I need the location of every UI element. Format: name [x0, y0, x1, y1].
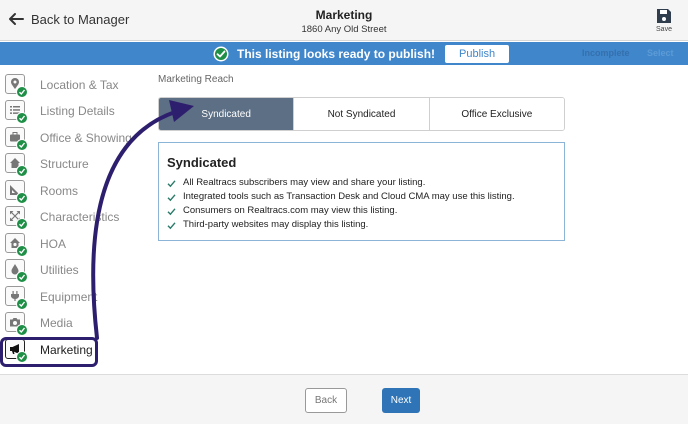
back-button[interactable]: Back	[305, 388, 347, 413]
select-tab[interactable]: Select	[647, 48, 674, 58]
sidebar-item-label: Characteristics	[40, 210, 120, 224]
sidebar-item-label: Utilities	[40, 263, 79, 277]
list-item: All Realtracs subscribers may view and s…	[167, 176, 556, 190]
checkmark-icon	[167, 221, 176, 229]
marketing-reach-label: Marketing Reach	[158, 74, 234, 85]
info-item-text: Third-party websites may display this li…	[183, 219, 369, 230]
option-syndicated[interactable]: Syndicated	[159, 98, 295, 130]
complete-check-icon	[16, 192, 28, 204]
next-button[interactable]: Next	[382, 388, 420, 413]
sidebar-item-structure[interactable]: Structure	[0, 151, 140, 177]
complete-check-icon	[16, 218, 28, 230]
complete-check-icon	[16, 165, 28, 177]
option-office-exclusive[interactable]: Office Exclusive	[429, 98, 564, 130]
sidebar-item-office-showing[interactable]: Office & Showing	[0, 125, 140, 151]
sidebar-item-rooms[interactable]: Rooms	[0, 178, 140, 204]
info-list: All Realtracs subscribers may view and s…	[167, 176, 556, 232]
sidebar-item-label: Rooms	[40, 184, 79, 198]
publish-button[interactable]: Publish	[445, 45, 510, 63]
banner-message-group: This listing looks ready to publish! Pub…	[213, 45, 510, 63]
top-header: Back to Manager Marketing 1860 Any Old S…	[0, 0, 688, 41]
info-item-text: Consumers on Realtracs.com may view this…	[183, 205, 398, 216]
sidebar-item-label: Office & Showing	[40, 131, 132, 145]
list-item: Consumers on Realtracs.com may view this…	[167, 204, 556, 218]
list-item: Integrated tools such as Transaction Des…	[167, 190, 556, 204]
info-title: Syndicated	[167, 155, 237, 170]
save-label: Save	[656, 26, 672, 33]
sidebar-item-label: HOA	[40, 237, 67, 251]
complete-check-icon	[16, 139, 28, 151]
sidebar-item-hoa[interactable]: HOA	[0, 231, 140, 257]
sidebar-item-label: Structure	[40, 157, 89, 171]
complete-check-icon	[16, 298, 28, 310]
listing-address: 1860 Any Old Street	[301, 24, 387, 35]
sidebar-item-media[interactable]: Media	[0, 310, 140, 336]
checkmark-icon	[167, 207, 176, 215]
complete-check-icon	[16, 245, 28, 257]
checkmark-icon	[167, 179, 176, 187]
complete-check-icon	[16, 86, 28, 98]
marketing-reach-selector: Syndicated Not Syndicated Office Exclusi…	[158, 97, 565, 131]
marketing-highlight-box	[0, 337, 98, 367]
info-item-text: Integrated tools such as Transaction Des…	[183, 191, 515, 202]
info-item-text: All Realtracs subscribers may view and s…	[183, 177, 426, 188]
title-block: Marketing 1860 Any Old Street	[0, 8, 688, 35]
complete-check-icon	[16, 324, 28, 336]
list-item: Third-party websites may display this li…	[167, 218, 556, 232]
sidebar-item-label: Location & Tax	[40, 78, 119, 92]
incomplete-tab[interactable]: Incomplete	[582, 48, 630, 58]
checkmark-icon	[167, 193, 176, 201]
sidebar-item-location-tax[interactable]: Location & Tax	[0, 72, 140, 98]
sidebar-item-label: Equipment	[40, 290, 98, 304]
option-not-syndicated[interactable]: Not Syndicated	[294, 98, 430, 130]
sidebar-item-label: Media	[40, 316, 73, 330]
save-button[interactable]: Save	[652, 8, 676, 33]
publish-ready-banner: This listing looks ready to publish! Pub…	[0, 42, 688, 65]
sidebar-item-characteristics[interactable]: Characteristics	[0, 204, 140, 230]
complete-check-icon	[16, 112, 28, 124]
syndicated-info-panel: Syndicated All Realtracs subscribers may…	[158, 142, 565, 241]
floppy-disk-icon	[657, 9, 671, 23]
check-circle-icon	[213, 46, 229, 62]
banner-message: This listing looks ready to publish!	[237, 47, 436, 61]
sidebar-item-equipment[interactable]: Equipment	[0, 284, 140, 310]
bottom-footer: Back Next	[0, 374, 688, 424]
sidebar-item-listing-details[interactable]: Listing Details	[0, 98, 140, 124]
page-title: Marketing	[315, 8, 373, 22]
sidebar-item-label: Listing Details	[40, 104, 115, 118]
complete-check-icon	[16, 271, 28, 283]
sidebar-item-utilities[interactable]: Utilities	[0, 257, 140, 283]
